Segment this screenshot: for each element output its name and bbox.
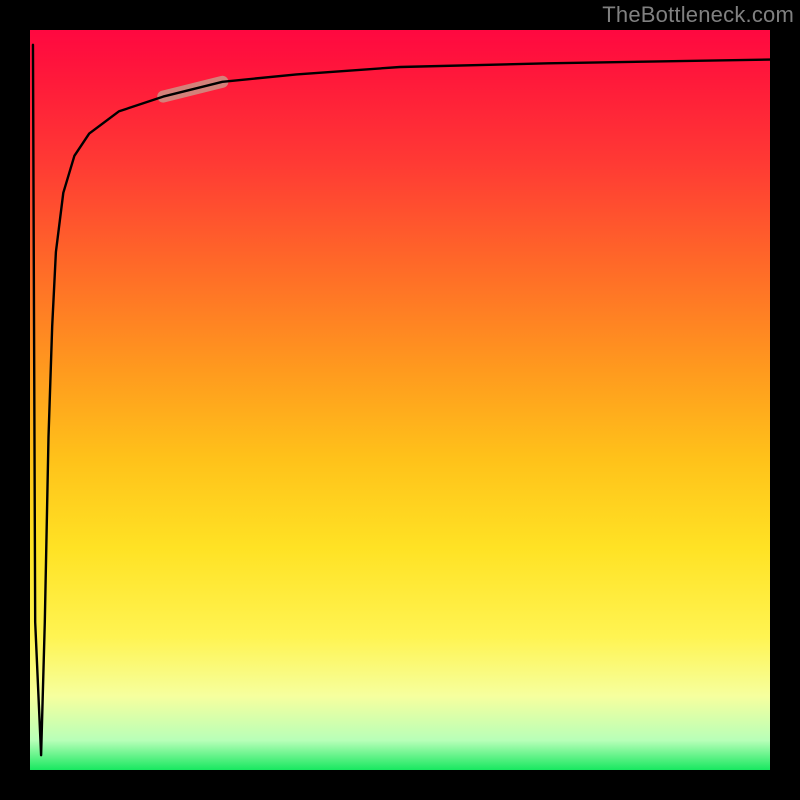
watermark-label: TheBottleneck.com — [602, 2, 794, 28]
chart-stage: TheBottleneck.com — [0, 0, 800, 800]
plot-area — [30, 30, 770, 770]
curve-layer — [30, 30, 770, 770]
bottleneck-curve — [33, 45, 770, 755]
